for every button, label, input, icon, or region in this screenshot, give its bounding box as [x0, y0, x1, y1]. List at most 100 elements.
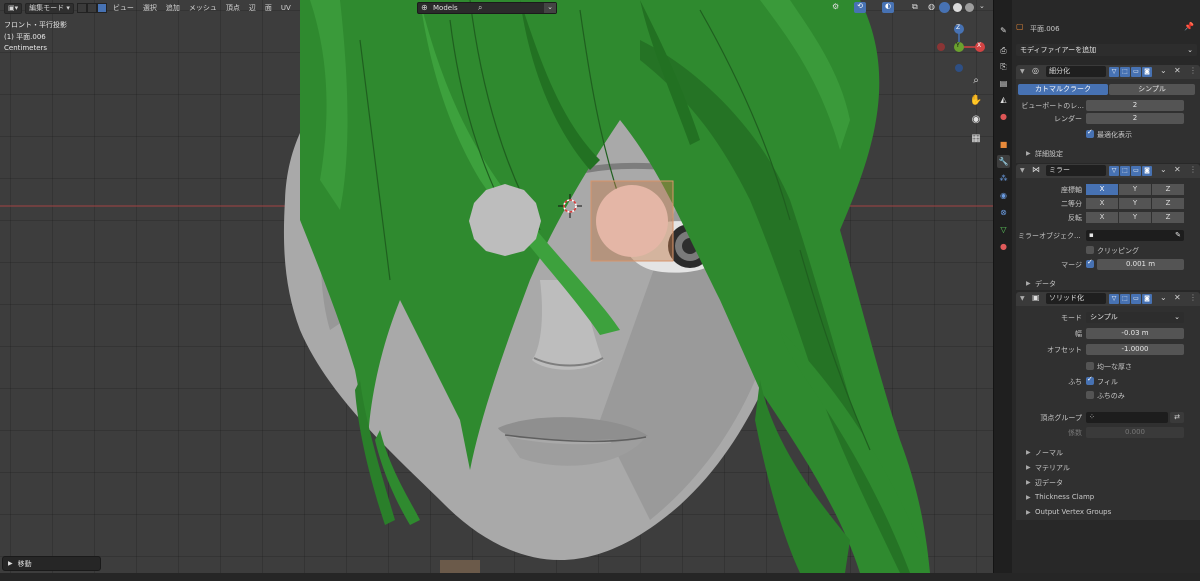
chevron-down-icon[interactable]: ⌄: [1160, 293, 1167, 302]
optimal-display-checkbox[interactable]: [1086, 128, 1094, 138]
thickness-clamp-panel-label[interactable]: Thickness Clamp: [1035, 493, 1094, 501]
last-operator-panel[interactable]: ▶ 移動: [2, 556, 101, 571]
expand-arrow-icon[interactable]: ▶: [1026, 509, 1031, 516]
add-modifier-dropdown[interactable]: モディファイアーを追加 ⌄: [1016, 44, 1197, 56]
edge-data-panel-label[interactable]: 辺データ: [1035, 478, 1063, 488]
editmode-toggle-icon[interactable]: ⬚: [1120, 67, 1130, 77]
rim-only-checkbox[interactable]: [1086, 391, 1094, 399]
solidify-name-field[interactable]: ソリッド化: [1046, 293, 1106, 304]
viewport-levels-field[interactable]: 2: [1086, 100, 1184, 111]
expand-arrow-icon[interactable]: ▶: [1026, 479, 1031, 486]
output-tab-icon[interactable]: ⎘: [997, 60, 1010, 73]
render-tab-icon[interactable]: ⎙: [997, 44, 1010, 57]
render-toggle-icon[interactable]: ◙: [1142, 67, 1152, 77]
flip-x-toggle[interactable]: X: [1086, 212, 1118, 223]
viewport-toggle-icon[interactable]: ▭: [1131, 294, 1141, 304]
even-thickness-checkbox[interactable]: [1086, 362, 1094, 370]
edit-cage-icon[interactable]: ▽: [1109, 67, 1119, 77]
subdivision-name-field[interactable]: 細分化: [1046, 66, 1106, 77]
advanced-panel-label[interactable]: 詳細設定: [1035, 149, 1063, 159]
menu-view[interactable]: ビュー: [113, 3, 134, 13]
clipping-checkbox[interactable]: [1086, 246, 1094, 254]
materials-panel-label[interactable]: マテリアル: [1035, 463, 1070, 473]
drag-handle-icon[interactable]: ⋮⋮: [1189, 66, 1200, 75]
view-layer-tab-icon[interactable]: ▤: [997, 77, 1010, 90]
mode-dropdown[interactable]: 編集モード ▾: [25, 2, 74, 14]
modifier-tab-icon[interactable]: 🔧: [997, 155, 1010, 168]
object-visibility-icon[interactable]: ⚙: [832, 2, 839, 11]
expand-arrow-icon[interactable]: ▶: [1026, 494, 1031, 501]
transform-orientation-dropdown[interactable]: ⊕ Models ⌕ ⌄: [417, 2, 557, 14]
mirror-object-field[interactable]: ▪ ✎: [1086, 230, 1184, 241]
vertex-select-icon[interactable]: [76, 3, 87, 13]
data-tab-icon[interactable]: ▽: [997, 223, 1010, 236]
constraints-tab-icon[interactable]: ⊗: [997, 206, 1010, 219]
menu-mesh[interactable]: メッシュ: [189, 3, 217, 13]
menu-uv[interactable]: UV: [281, 4, 291, 12]
mode-dropdown[interactable]: シンプル ⌄: [1086, 312, 1184, 323]
render-toggle-icon[interactable]: ◙: [1142, 294, 1152, 304]
chevron-down-icon[interactable]: ⌄: [544, 3, 556, 13]
vertex-group-field[interactable]: ⁘: [1086, 412, 1168, 423]
expand-arrow-icon[interactable]: ▶: [1026, 150, 1031, 157]
data-panel-label[interactable]: データ: [1035, 279, 1056, 289]
drag-handle-icon[interactable]: ⋮⋮: [1189, 293, 1200, 302]
invert-toggle-icon[interactable]: ⇄: [1170, 412, 1184, 423]
render-toggle-icon[interactable]: ◙: [1142, 166, 1152, 176]
axis-y-toggle[interactable]: Y: [1119, 184, 1151, 195]
editor-type-button[interactable]: ▣▾: [4, 2, 23, 14]
physics-tab-icon[interactable]: ◉: [997, 189, 1010, 202]
solidify-modifier-header[interactable]: ▼ ▣ ソリッド化 ▽ ⬚ ▭ ◙ ⌄ ✕ ⋮⋮: [1016, 292, 1200, 306]
navigation-gizmo[interactable]: Z Y X: [932, 20, 988, 76]
collapse-arrow-icon[interactable]: ▼: [1020, 167, 1025, 174]
delete-icon[interactable]: ✕: [1174, 66, 1181, 75]
edit-cage-icon[interactable]: ▽: [1109, 294, 1119, 304]
menu-select[interactable]: 選択: [143, 3, 157, 13]
fill-rim-checkbox[interactable]: [1086, 375, 1094, 385]
chevron-down-icon[interactable]: ⌄: [1160, 66, 1167, 75]
flip-z-toggle[interactable]: Z: [1152, 212, 1184, 223]
bisect-x-toggle[interactable]: X: [1086, 198, 1118, 209]
expand-arrow-icon[interactable]: ▶: [1026, 280, 1031, 287]
menu-face[interactable]: 面: [265, 3, 272, 13]
bisect-z-toggle[interactable]: Z: [1152, 198, 1184, 209]
overlay-toggle-icon[interactable]: ◐: [882, 2, 894, 13]
subdivision-modifier-header[interactable]: ▼ ◎ 細分化 ▽ ⬚ ▭ ◙ ⌄ ✕ ⋮⋮: [1016, 65, 1200, 79]
simple-tab[interactable]: シンプル: [1109, 84, 1195, 95]
snap-icon[interactable]: ⌕: [478, 3, 482, 13]
scene-render[interactable]: [0, 0, 993, 573]
collapse-arrow-icon[interactable]: ▼: [1020, 68, 1025, 75]
edit-cage-icon[interactable]: ▽: [1109, 166, 1119, 176]
menu-add[interactable]: 追加: [166, 3, 180, 13]
rendered-shading-icon[interactable]: [965, 3, 974, 12]
drag-handle-icon[interactable]: ⋮⋮: [1189, 165, 1200, 174]
menu-vertex[interactable]: 頂点: [226, 3, 240, 13]
tool-tab-icon[interactable]: ✎: [997, 24, 1010, 37]
material-shading-icon[interactable]: [953, 3, 962, 12]
scene-tab-icon[interactable]: ◭: [997, 93, 1010, 106]
collapse-arrow-icon[interactable]: ▼: [1020, 295, 1025, 302]
axis-z-toggle[interactable]: Z: [1152, 184, 1184, 195]
eyedropper-icon[interactable]: ✎: [1175, 230, 1181, 241]
menu-edge[interactable]: 辺: [249, 3, 256, 13]
wireframe-shading-icon[interactable]: ◍: [928, 2, 935, 11]
camera-icon[interactable]: ◉: [969, 113, 983, 127]
world-tab-icon[interactable]: ●: [997, 110, 1010, 123]
catmull-clark-tab[interactable]: カトマルクラーク: [1018, 84, 1108, 95]
normals-panel-label[interactable]: ノーマル: [1035, 448, 1063, 458]
grid-icon[interactable]: ▦: [969, 132, 983, 146]
mirror-name-field[interactable]: ミラー: [1046, 165, 1106, 176]
particles-tab-icon[interactable]: ⁂: [997, 172, 1010, 185]
xray-toggle-icon[interactable]: ⧉: [912, 2, 918, 12]
output-vertex-groups-panel-label[interactable]: Output Vertex Groups: [1035, 508, 1111, 516]
face-select-icon[interactable]: [96, 3, 107, 13]
merge-checkbox[interactable]: [1086, 258, 1094, 268]
delete-icon[interactable]: ✕: [1174, 165, 1181, 174]
object-tab-icon[interactable]: ■: [997, 138, 1010, 151]
expand-arrow-icon[interactable]: ▶: [1026, 464, 1031, 471]
offset-field[interactable]: -1.0000: [1086, 344, 1184, 355]
delete-icon[interactable]: ✕: [1174, 293, 1181, 302]
expand-arrow-icon[interactable]: ▶: [1026, 449, 1031, 456]
zoom-icon[interactable]: ⌕: [969, 74, 983, 88]
shading-options-icon[interactable]: ⌄: [979, 2, 985, 10]
